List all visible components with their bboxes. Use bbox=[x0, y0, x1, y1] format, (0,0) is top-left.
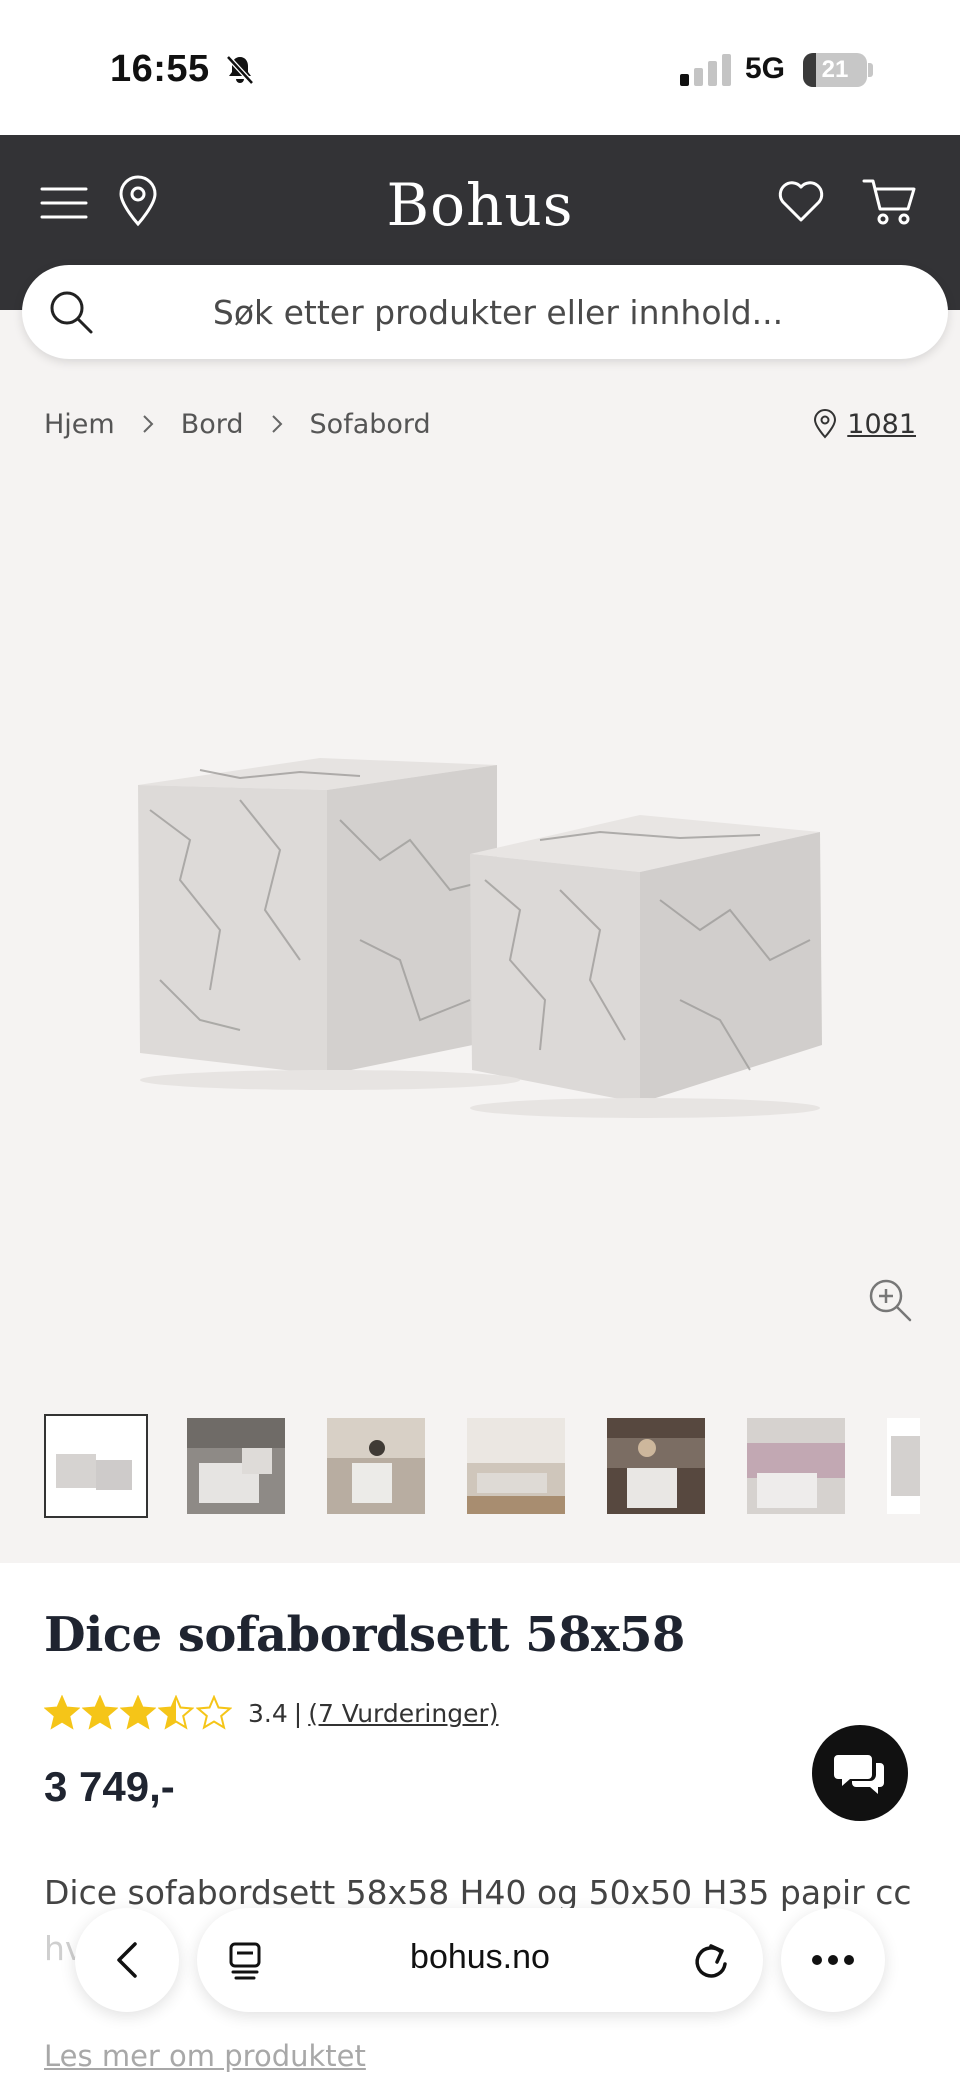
search-bar[interactable] bbox=[22, 265, 948, 359]
bell-muted-icon bbox=[226, 55, 254, 85]
status-bar: 16:55 5G 21 bbox=[0, 0, 960, 135]
product-price: 3 749,- bbox=[44, 1763, 175, 1810]
product-image[interactable] bbox=[0, 460, 960, 1380]
thumbnail-3[interactable] bbox=[327, 1418, 425, 1514]
breadcrumb-bord[interactable]: Bord bbox=[181, 409, 244, 440]
battery-level: 21 bbox=[821, 56, 849, 83]
product-rating: 3.4 | (7 Vurderinger) bbox=[44, 1693, 499, 1733]
thumbnail-5[interactable] bbox=[607, 1418, 705, 1514]
star-icon bbox=[158, 1695, 194, 1730]
rating-stars bbox=[44, 1695, 234, 1731]
product-title: Dice sofabordsett 58x58 bbox=[44, 1607, 685, 1663]
read-more-link[interactable]: Les mer om produktet bbox=[44, 2039, 366, 2073]
thumbnail-strip[interactable] bbox=[44, 1414, 920, 1518]
thumbnail-1[interactable] bbox=[44, 1414, 148, 1518]
star-icon bbox=[120, 1695, 156, 1730]
rating-value: 3.4 bbox=[248, 1698, 288, 1728]
browser-back-button[interactable] bbox=[75, 1908, 179, 2012]
heart-icon[interactable] bbox=[775, 175, 827, 227]
zoom-in-icon[interactable] bbox=[866, 1276, 914, 1324]
thumbnail-4[interactable] bbox=[467, 1418, 565, 1514]
status-time: 16:55 bbox=[110, 48, 210, 90]
browser-address-bar[interactable]: bohus.no bbox=[197, 1908, 763, 2012]
search-icon[interactable] bbox=[48, 289, 94, 335]
description-line-1: Dice sofabordsett 58x58 H40 og 50x50 H35… bbox=[44, 1873, 912, 1912]
chat-button[interactable] bbox=[812, 1725, 908, 1821]
star-icon bbox=[82, 1695, 118, 1730]
store-selector[interactable]: 1081 bbox=[813, 404, 916, 444]
search-input[interactable] bbox=[118, 265, 878, 359]
more-dots-icon bbox=[812, 1955, 854, 1965]
chevron-right-icon bbox=[143, 415, 154, 433]
chevron-left-icon bbox=[117, 1942, 137, 1978]
thumbnail-2[interactable] bbox=[187, 1418, 285, 1514]
store-number[interactable]: 1081 bbox=[847, 409, 916, 440]
reload-icon[interactable] bbox=[691, 1940, 731, 1982]
signal-icon bbox=[680, 54, 731, 86]
url-text[interactable]: bohus.no bbox=[197, 1938, 763, 1977]
battery-tip bbox=[868, 63, 873, 77]
chevron-right-icon bbox=[271, 415, 282, 433]
star-icon bbox=[44, 1695, 80, 1730]
breadcrumb-sofabord[interactable]: Sofabord bbox=[310, 409, 431, 440]
chat-icon bbox=[834, 1755, 884, 1794]
rating-separator: | bbox=[293, 1698, 303, 1728]
thumbnail-6[interactable] bbox=[747, 1418, 845, 1514]
browser-more-button[interactable] bbox=[781, 1908, 885, 2012]
cart-icon[interactable] bbox=[862, 175, 918, 227]
breadcrumb: Hjem Bord Sofabord bbox=[44, 404, 431, 444]
star-icon bbox=[196, 1695, 232, 1730]
pin-icon bbox=[814, 409, 837, 439]
reviews-link[interactable]: (7 Vurderinger) bbox=[308, 1699, 498, 1728]
thumbnail-7[interactable] bbox=[887, 1418, 920, 1514]
network-label: 5G bbox=[745, 52, 786, 85]
battery-indicator: 21 bbox=[803, 53, 867, 87]
breadcrumb-home[interactable]: Hjem bbox=[44, 409, 115, 440]
